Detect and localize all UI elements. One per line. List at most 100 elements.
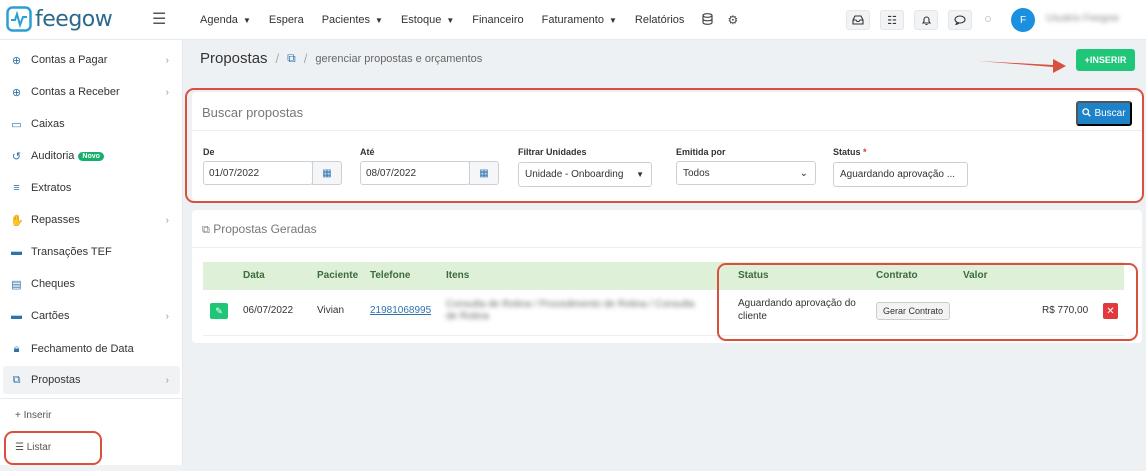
sidebar-item-contas-a-pagar[interactable]: ⊕ Contas a Pagar ›: [0, 46, 183, 74]
sidebar-footer: [0, 465, 183, 471]
sidebar-sub-listar[interactable]: ☰ Listar: [15, 442, 51, 453]
select-value: Aguardando aprovação ...: [840, 169, 956, 180]
cell-itens: Consulta de Rotina / Procedimento de Rot…: [446, 299, 695, 322]
calendar-icon[interactable]: ▦: [469, 161, 499, 185]
chevron-right-icon: ›: [165, 86, 169, 98]
select-value: Unidade - Onboarding: [525, 169, 624, 180]
column-header-contrato: Contrato: [876, 270, 918, 281]
divider: [192, 247, 1142, 248]
sidebar-item-label: Repasses: [31, 214, 80, 226]
edit-icon[interactable]: ✎: [210, 303, 228, 319]
nav-financeiro[interactable]: Financeiro: [472, 14, 523, 26]
sidebar-item-auditoria[interactable]: ↺ Auditoria Novo: [0, 142, 183, 170]
nav-label: Faturamento: [541, 14, 604, 26]
sidebar-item-repasses[interactable]: ✋ Repasses ›: [0, 206, 183, 234]
label-unidades: Filtrar Unidades: [518, 147, 587, 157]
chevron-right-icon: ›: [165, 374, 169, 386]
date-to-input[interactable]: 08/07/2022: [360, 161, 470, 185]
caret-down-icon: ▼: [608, 16, 617, 25]
breadcrumb-separator: /: [303, 51, 308, 66]
logo-icon: [6, 6, 32, 32]
chevron-right-icon: ›: [165, 310, 169, 322]
sidebar-item-label: Cartões: [31, 310, 70, 322]
insert-button-label: INSERIR: [1089, 55, 1127, 65]
nav-label: Estoque: [400, 14, 442, 26]
database-icon[interactable]: [702, 12, 714, 28]
sidebar-item-propostas[interactable]: ⧉ Propostas ›: [3, 366, 180, 394]
sidebar-divider: [0, 398, 183, 399]
sidebar-sub-inserir[interactable]: + Listar Inserir: [15, 410, 51, 421]
column-header-status: Status: [738, 270, 769, 281]
sidebar-item-cartoes[interactable]: ▬ Cartões ›: [0, 302, 183, 330]
inbox-icon: ▭: [11, 118, 22, 131]
nav-label: Espera: [268, 14, 304, 26]
status-select[interactable]: Aguardando aprovação ...: [833, 162, 968, 187]
label-text: Status: [833, 147, 861, 157]
nav-pacientes[interactable]: Pacientes ▼: [322, 14, 383, 26]
bell-icon[interactable]: [914, 10, 938, 30]
divider: [192, 130, 1142, 131]
logo[interactable]: feegow: [6, 6, 113, 32]
sidebar-item-caixas[interactable]: ▭ Caixas: [0, 110, 183, 138]
sidebar-item-label: Auditoria: [31, 150, 75, 162]
sidebar-item-transacoes-tef[interactable]: ▬ Transações TEF: [0, 238, 183, 266]
history-icon: ↺: [11, 150, 22, 163]
caret-down-icon: ▼: [446, 16, 455, 25]
emitida-select[interactable]: Todos ⌄: [676, 161, 816, 185]
nav-agenda[interactable]: Agenda ▼: [200, 14, 251, 26]
username[interactable]: Usuário Feegow: [1046, 13, 1119, 24]
search-panel-title: Buscar propostas: [202, 105, 304, 120]
inbox-icon[interactable]: [846, 10, 870, 30]
select-value: Todos: [683, 167, 710, 179]
sidebar: ⊕ Contas a Pagar › ⊕ Contas a Receber › …: [0, 40, 183, 471]
nav-faturamento[interactable]: Faturamento ▼: [542, 14, 617, 26]
checklist-icon[interactable]: ☷: [880, 10, 904, 30]
cheque-icon: ▤: [11, 278, 22, 291]
search-panel: Buscar propostas Buscar De 01/07/2022 ▦ …: [192, 92, 1142, 201]
avatar[interactable]: F: [1011, 8, 1035, 32]
unidades-select[interactable]: Unidade - Onboarding ▼: [518, 162, 652, 187]
nav-estoque[interactable]: Estoque ▼: [401, 14, 454, 26]
table-header: Data Paciente Telefone Itens Status Cont…: [203, 262, 1124, 290]
sidebar-item-label: Contas a Receber: [31, 86, 120, 98]
cell-status: Aguardando aprovação do cliente: [738, 298, 856, 322]
date-from-input[interactable]: 01/07/2022: [203, 161, 313, 185]
nav-espera[interactable]: Espera: [269, 14, 304, 26]
annotation-arrow: [978, 59, 1066, 73]
sidebar-item-extratos[interactable]: ≡ Extratos: [0, 174, 183, 202]
search-button[interactable]: Buscar: [1076, 101, 1132, 126]
nav-relatorios[interactable]: Relatórios: [635, 14, 685, 26]
required-marker: *: [863, 147, 867, 157]
cell-telefone-link[interactable]: 21981068995: [370, 305, 431, 316]
generate-contract-button[interactable]: Gerar Contrato: [876, 302, 951, 320]
top-bar: feegow ☰ Agenda ▼ Espera Pacientes ▼ Estoq…: [0, 0, 1146, 40]
sidebar-sub-label: Inserir: [23, 410, 52, 421]
chevron-right-icon: ›: [165, 54, 169, 66]
cell-paciente: Vivian: [317, 305, 345, 316]
nav-label: Financeiro: [472, 14, 524, 26]
generated-title-text: Propostas Geradas: [213, 222, 317, 236]
page-title: Propostas: [200, 50, 268, 67]
sidebar-item-cheques[interactable]: ▤ Cheques: [0, 270, 183, 298]
chat-icon[interactable]: [948, 10, 972, 30]
delete-icon[interactable]: ✕: [1103, 303, 1118, 319]
status-indicator: [985, 16, 991, 22]
label-de: De: [203, 147, 215, 157]
hand-money-icon: ✋: [10, 214, 24, 227]
breadcrumb: Propostas / ⧉ / gerenciar propostas e or…: [200, 50, 482, 67]
caret-down-icon: ▼: [375, 16, 383, 25]
lock-icon: 🔒︎: [13, 342, 20, 355]
calendar-icon[interactable]: ▦: [312, 161, 342, 185]
sidebar-item-fechamento-de-data[interactable]: 🔒︎ Fechamento de Data: [0, 335, 183, 363]
hamburger-menu-icon[interactable]: ☰: [152, 12, 166, 28]
sidebar-sub-label: Listar: [26, 442, 52, 453]
settings-icon[interactable]: ⚙: [727, 13, 738, 27]
plus-icon: +: [15, 410, 21, 421]
cell-valor: R$ 770,00: [1042, 305, 1089, 316]
new-badge: Novo: [78, 151, 104, 161]
sidebar-item-contas-a-receber[interactable]: ⊕ Contas a Receber ›: [0, 78, 183, 106]
sidebar-item-label: Contas a Pagar: [31, 54, 108, 66]
insert-button[interactable]: + INSERIR: [1076, 49, 1135, 71]
arrow-up-circle-icon: ⊕: [11, 54, 22, 67]
cell-data: 06/07/2022: [243, 305, 294, 316]
